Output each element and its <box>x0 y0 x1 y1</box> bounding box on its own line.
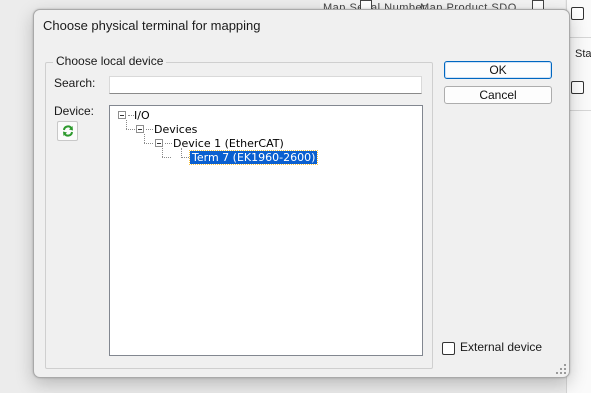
background-right-label: Sta <box>575 48 591 60</box>
external-device-checkbox[interactable] <box>442 342 455 355</box>
search-label: Search: <box>54 76 96 90</box>
background-right-checkbox[interactable] <box>571 81 584 94</box>
dialog-title: Choose physical terminal for mapping <box>43 18 261 33</box>
refresh-icon <box>62 125 73 137</box>
tree-connector <box>126 120 127 129</box>
divider <box>567 37 591 38</box>
device-tree[interactable]: I/O Devices Device 1 (EtherCAT) Term 7 (… <box>109 105 423 356</box>
tree-connector <box>126 129 135 130</box>
tree-connector <box>165 143 172 144</box>
dialog-titlebar[interactable]: Choose physical terminal for mapping <box>34 10 569 40</box>
tree-node-label: Devices <box>154 123 198 136</box>
tree-connector <box>181 157 189 158</box>
resize-grip-icon[interactable] <box>556 364 566 374</box>
collapse-icon[interactable] <box>118 111 126 119</box>
refresh-button[interactable] <box>57 121 78 141</box>
external-device-label[interactable]: External device <box>460 340 542 354</box>
tree-connector <box>144 134 145 143</box>
cancel-button[interactable]: Cancel <box>444 86 552 104</box>
tree-connector <box>162 148 163 157</box>
tree-node-label-selected[interactable]: Term 7 (EK1960-2600) <box>188 150 319 165</box>
choose-terminal-dialog: Choose physical terminal for mapping Cho… <box>33 9 570 378</box>
collapse-icon[interactable] <box>136 125 144 133</box>
divider <box>567 110 591 111</box>
device-label: Device: <box>54 104 95 118</box>
background-right-checkbox[interactable] <box>571 7 584 20</box>
ok-button[interactable]: OK <box>444 61 552 79</box>
tree-node-label: I/O <box>134 109 150 122</box>
tree-node-label: Device 1 (EtherCAT) <box>173 137 284 150</box>
tree-connector <box>162 157 171 158</box>
tree-connector <box>144 143 153 144</box>
tree-connector <box>146 129 153 130</box>
collapse-icon[interactable] <box>155 139 163 147</box>
groupbox-label: Choose local device <box>53 54 167 68</box>
search-input[interactable] <box>109 76 422 94</box>
